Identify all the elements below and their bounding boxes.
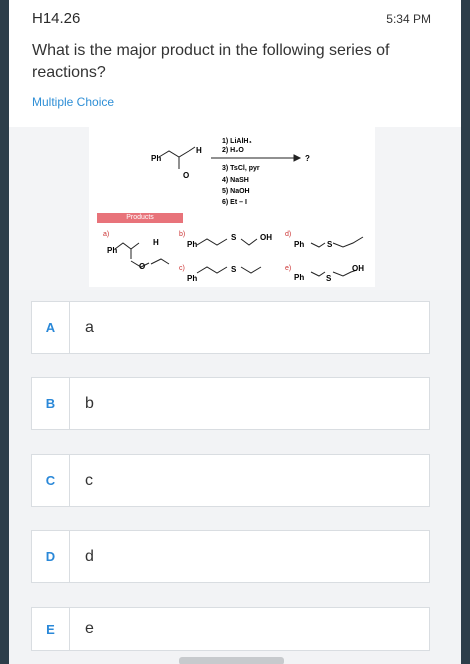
product-d-tag: d) [285, 231, 292, 238]
choice-a[interactable]: A a [31, 301, 430, 354]
unknown-product-mark: ? [305, 154, 310, 163]
choice-text: b [85, 394, 94, 412]
product-c-ph: Ph [187, 274, 198, 283]
question-header: H14.26 5:34 PM What is the major product… [9, 0, 461, 127]
reaction-figure: Ph H O 1) LiAlH₄ 2) H₂O 3) TsCl, pyr 4) … [89, 127, 375, 287]
product-a-ph: Ph [107, 246, 118, 255]
choice-letter: A [32, 302, 70, 353]
arrow-head [293, 154, 302, 162]
question-type: Multiple Choice [32, 95, 115, 109]
product-e-ph: Ph [294, 273, 305, 282]
choice-d[interactable]: D d [31, 530, 430, 583]
product-b-oh: OH [260, 233, 272, 242]
condition-1: 1) LiAlH₄ [222, 138, 252, 145]
product-c-tag: c) [179, 265, 185, 272]
product-a-tag: a) [103, 231, 110, 238]
reactant-ph-label: Ph [151, 154, 162, 163]
choice-e[interactable]: E e [31, 607, 430, 651]
choice-c[interactable]: C c [31, 454, 430, 507]
condition-5: 5) NaOH [222, 188, 250, 195]
product-e-s: S [326, 274, 332, 283]
product-d-ph: Ph [294, 240, 305, 249]
status-time: 5:34 PM [386, 12, 431, 26]
condition-3: 3) TsCl, pyr [222, 165, 260, 172]
question-text: What is the major product in the followi… [32, 42, 390, 81]
product-a-o: O [139, 262, 146, 271]
choice-letter: D [32, 531, 70, 582]
products-label: Products [126, 214, 154, 221]
scroll-indicator[interactable] [179, 657, 284, 664]
product-d-s: S [327, 240, 333, 249]
choice-letter: B [32, 378, 70, 429]
question-id: H14.26 [32, 10, 81, 27]
product-b-tag: b) [179, 231, 186, 238]
product-e-tag: e) [285, 265, 292, 272]
condition-2: 2) H₂O [222, 147, 244, 154]
product-b-s: S [231, 233, 237, 242]
choice-text: c [85, 471, 93, 489]
choice-letter: C [32, 455, 70, 506]
condition-6: 6) Et – I [222, 199, 247, 206]
choice-text: a [85, 318, 94, 336]
condition-4: 4) NaSH [222, 177, 249, 184]
product-c-s: S [231, 265, 237, 274]
reactant-chain [158, 150, 190, 158]
choice-text: d [85, 547, 94, 565]
product-b-ph: Ph [187, 240, 198, 249]
choice-letter: E [32, 608, 70, 650]
choice-text: e [85, 620, 94, 637]
app-frame: H14.26 5:34 PM What is the major product… [9, 0, 461, 664]
choice-b[interactable]: B b [31, 377, 430, 430]
reactant-o-label: O [183, 171, 190, 180]
reactant-aldehyde-bond [188, 146, 196, 152]
reactant-h-label: H [196, 146, 202, 155]
product-a-h: H [153, 238, 159, 247]
product-e-oh: OH [352, 264, 364, 273]
